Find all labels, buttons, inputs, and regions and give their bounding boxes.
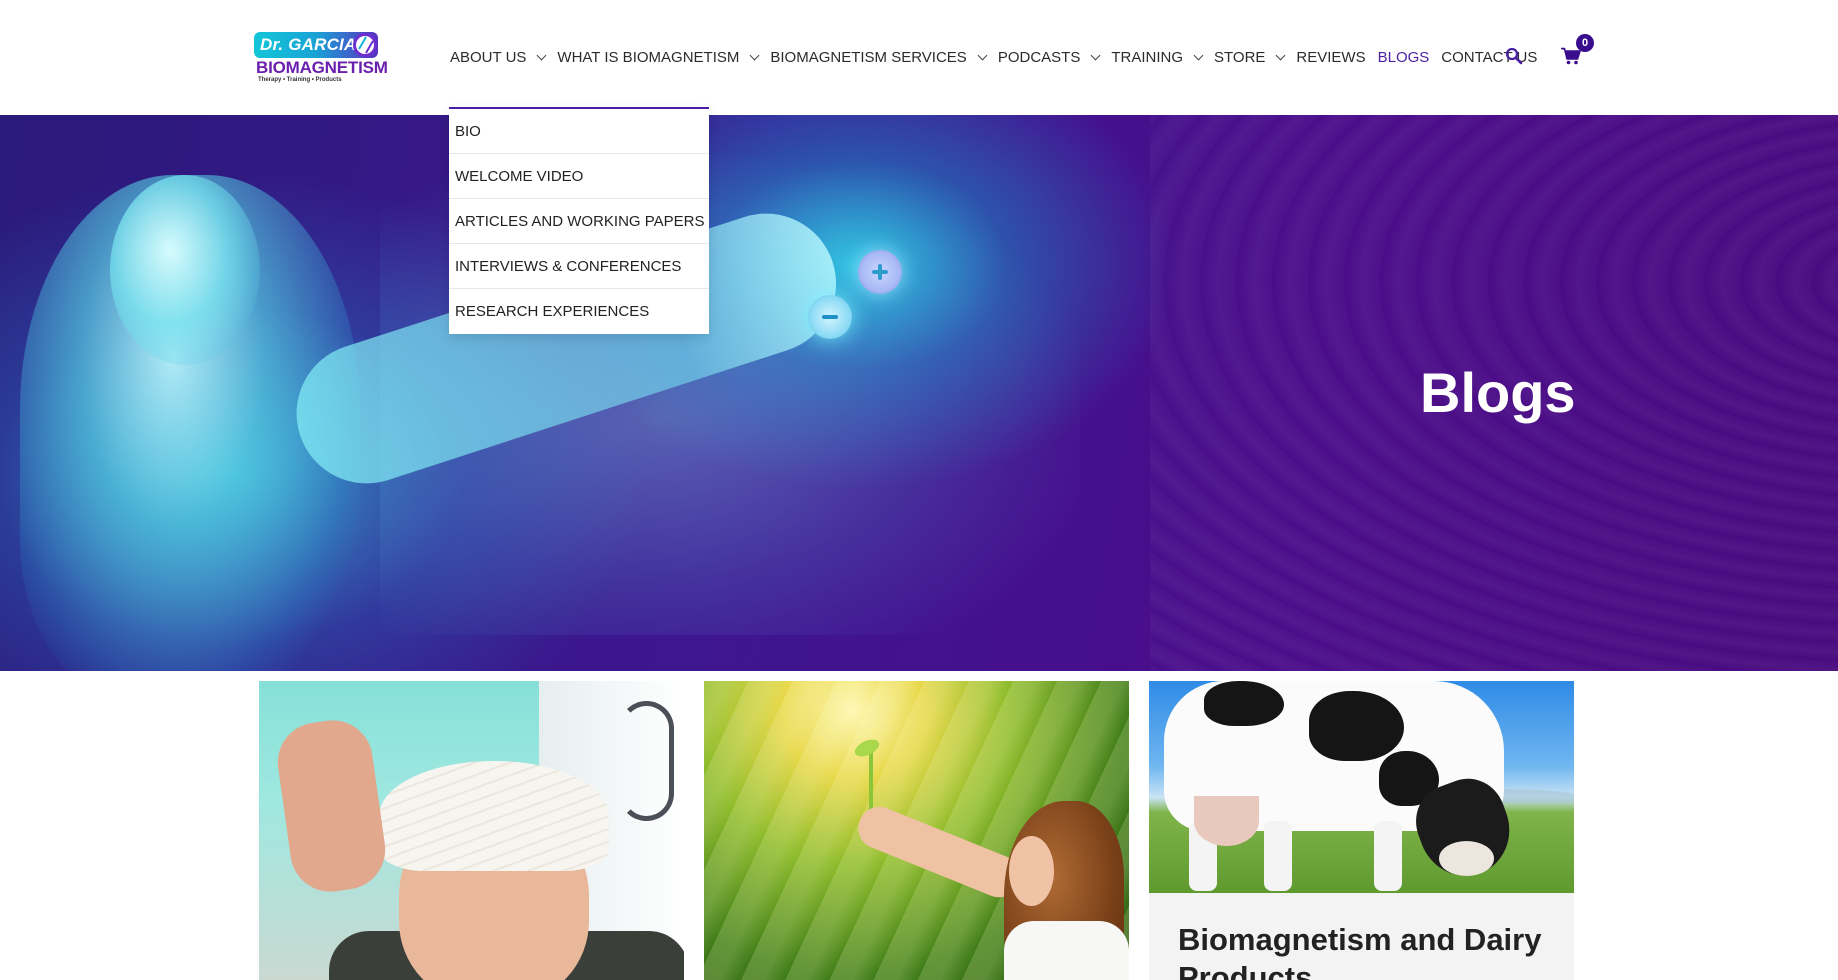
nav-item-store[interactable]: STORE [1214, 49, 1286, 66]
cow-leg [1264, 821, 1292, 891]
nav-item-blogs[interactable]: BLOGS [1378, 49, 1430, 66]
cow-udder [1194, 796, 1259, 846]
girl-face [1009, 836, 1054, 906]
blog-card[interactable] [704, 681, 1129, 980]
hero-digital-human-head [110, 175, 260, 365]
page-title: Blogs [1420, 361, 1576, 424]
about-us-dropdown-menu: BIO WELCOME VIDEO ARTICLES AND WORKING P… [449, 107, 709, 334]
chevron-down-icon [977, 50, 988, 60]
chevron-down-icon [1090, 50, 1101, 60]
dropdown-item-research[interactable]: RESEARCH EXPERIENCES [449, 289, 709, 334]
stethoscope [619, 701, 674, 821]
search-icon[interactable] [1505, 47, 1523, 65]
dropdown-item-welcome-video[interactable]: WELCOME VIDEO [449, 154, 709, 199]
logo-brand-text: BIOMAGNETISM [256, 58, 388, 77]
plus-icon [858, 250, 902, 294]
nav-label: PODCASTS [997, 49, 1081, 66]
nav-label: ABOUT US [450, 49, 527, 66]
cow-leg [1374, 821, 1402, 891]
nav-item-reviews[interactable]: REVIEWS [1296, 49, 1365, 66]
nav-item-podcasts[interactable]: PODCASTS [997, 49, 1101, 66]
blog-card[interactable] [259, 681, 684, 980]
minus-icon [808, 295, 852, 339]
dropdown-item-interviews[interactable]: INTERVIEWS & CONFERENCES [449, 244, 709, 289]
nav-label: WHAT IS BIOMAGNETISM [557, 49, 740, 66]
nav-item-biomagnetism-services[interactable]: BIOMAGNETISM SERVICES [770, 49, 988, 66]
chevron-down-icon [1193, 50, 1204, 60]
site-logo[interactable]: Dr. GARCIA BIOMAGNETISM Therapy • Traini… [254, 32, 392, 84]
nav-label: BIOMAGNETISM SERVICES [770, 49, 967, 66]
chevron-down-icon [749, 50, 760, 60]
main-nav: ABOUT US WHAT IS BIOMAGNETISM BIOMAGNETI… [450, 0, 1549, 115]
grazing-cow-photo[interactable] [1149, 681, 1574, 893]
site-header: Dr. GARCIA BIOMAGNETISM Therapy • Traini… [0, 0, 1838, 115]
nav-label: BLOGS [1377, 49, 1430, 66]
logo-dr-text: Dr. GARCIA [260, 35, 357, 54]
hero-banner: Blogs [0, 115, 1838, 671]
cow-spot [1309, 691, 1404, 761]
doctor-hand [272, 715, 391, 897]
cart-count-badge: 0 [1576, 34, 1594, 52]
cow-spot [1204, 681, 1284, 726]
nav-label: TRAINING [1111, 49, 1183, 66]
dropdown-item-articles[interactable]: ARTICLES AND WORKING PAPERS [449, 199, 709, 244]
blog-card[interactable]: Biomagnetism and Dairy Products [1149, 681, 1574, 980]
logo-tagline: Therapy • Training • Products [258, 77, 342, 83]
head-bandage-photo[interactable] [259, 681, 684, 980]
chevron-down-icon [536, 50, 547, 60]
nav-label: STORE [1214, 49, 1266, 66]
logo-swirl-icon [353, 33, 377, 57]
cow-muzzle [1439, 841, 1494, 876]
chevron-down-icon [1275, 50, 1286, 60]
nav-item-what-is-biomagnetism[interactable]: WHAT IS BIOMAGNETISM [557, 49, 760, 66]
nav-item-about-us[interactable]: ABOUT US [450, 49, 547, 66]
blog-card-title[interactable]: Biomagnetism and Dairy Products [1178, 921, 1558, 980]
nav-item-training[interactable]: TRAINING [1111, 49, 1204, 66]
dropdown-item-bio[interactable]: BIO [449, 109, 709, 154]
girl-holding-sprout-photo[interactable] [704, 681, 1129, 980]
nav-label: REVIEWS [1296, 49, 1366, 66]
head-bandage [379, 761, 609, 871]
girl-dress [1004, 921, 1129, 980]
